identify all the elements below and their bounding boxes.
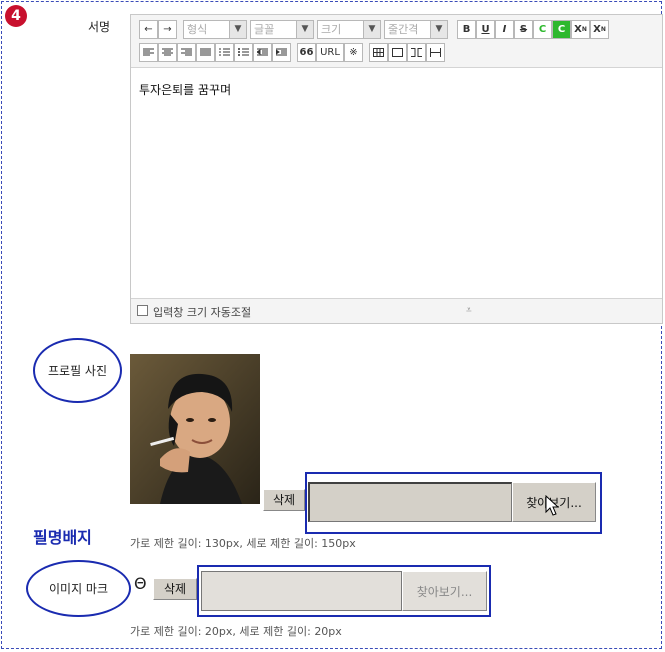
- name-badge-title: 필명배지: [33, 528, 92, 547]
- text-color-button[interactable]: C: [533, 19, 552, 39]
- align-right-button[interactable]: [177, 42, 196, 62]
- profile-photo-label: 프로필 사진: [33, 338, 122, 403]
- profile-photo-label-text: 프로필 사진: [47, 364, 107, 378]
- align-center-button[interactable]: [158, 42, 177, 62]
- format-select-value: 형식: [187, 23, 208, 36]
- outdent-icon: [257, 48, 268, 55]
- toolbar-row-1: ← → 형식 ▼ 글꼴 ▼ 크기 ▼ 줄간격 ▼ B U I S C C X N…: [139, 19, 609, 39]
- image-mark-label: 이미지 마크: [26, 560, 131, 617]
- underline-button[interactable]: U: [476, 19, 495, 39]
- row-icon: [430, 47, 441, 57]
- editor-toolbar: ← → 형식 ▼ 글꼴 ▼ 크기 ▼ 줄간격 ▼ B U I S C C X N…: [131, 15, 662, 68]
- toolbar-row-2: 66 URL ※: [139, 42, 445, 62]
- special-char-button[interactable]: ※: [344, 42, 363, 62]
- size-select-value: 크기: [321, 23, 342, 36]
- step-badge: 4: [5, 5, 27, 27]
- superscript-glyph: X: [574, 23, 582, 35]
- image-mark-label-text: 이미지 마크: [48, 582, 108, 596]
- resize-handle-icon[interactable]: ⩡: [466, 305, 472, 316]
- indent-icon: [276, 48, 287, 55]
- image-mark-browse-button[interactable]: 찾아보기...: [402, 571, 487, 611]
- column-icon: [411, 47, 422, 57]
- unordered-list-button[interactable]: [234, 42, 253, 62]
- ordered-list-button[interactable]: [215, 42, 234, 62]
- ordered-list-icon: [219, 48, 230, 55]
- signature-editor: ← → 형식 ▼ 글꼴 ▼ 크기 ▼ 줄간격 ▼ B U I S C C X N…: [130, 14, 663, 324]
- table-icon: [373, 47, 384, 57]
- profile-photo-image: [130, 354, 260, 504]
- url-button[interactable]: URL: [316, 42, 344, 62]
- signature-content[interactable]: 투자은퇴를 꿈꾸며: [139, 81, 231, 98]
- profile-photo-size-hint: 가로 제한 길이: 130px, 세로 제한 길이: 150px: [130, 537, 356, 550]
- person-portrait-icon: [130, 354, 260, 504]
- align-right-icon: [181, 48, 192, 55]
- size-select[interactable]: 크기 ▼: [317, 19, 381, 39]
- profile-photo-file-input[interactable]: [308, 482, 512, 522]
- chevron-down-icon: ▼: [430, 20, 447, 38]
- image-mark-size-hint: 가로 제한 길이: 20px, 세로 제한 길이: 20px: [130, 625, 342, 638]
- font-select[interactable]: 글꼴 ▼: [250, 19, 314, 39]
- row-button[interactable]: [426, 42, 445, 62]
- quote-button[interactable]: 66: [297, 42, 316, 62]
- box-button[interactable]: [388, 42, 407, 62]
- subscript-button[interactable]: XN: [590, 19, 609, 39]
- chevron-down-icon: ▼: [229, 20, 246, 38]
- image-mark-delete-button[interactable]: 삭제: [153, 578, 197, 600]
- profile-photo-delete-button[interactable]: 삭제: [263, 489, 305, 511]
- align-left-icon: [143, 48, 154, 55]
- italic-button[interactable]: I: [495, 19, 514, 39]
- chevron-down-icon: ▼: [363, 20, 380, 38]
- image-mark-file-input[interactable]: [201, 571, 402, 611]
- font-select-value: 글꼴: [254, 23, 275, 36]
- indent-button[interactable]: [272, 42, 291, 62]
- table-button[interactable]: [369, 42, 388, 62]
- align-center-icon: [162, 48, 173, 55]
- format-select[interactable]: 형식 ▼: [183, 19, 247, 39]
- auto-resize-checkbox[interactable]: [137, 305, 148, 316]
- redo-button[interactable]: →: [158, 19, 177, 39]
- mouse-cursor-icon: [545, 495, 559, 516]
- image-mark-preview: Θ: [134, 574, 147, 593]
- auto-resize-label: 입력창 크기 자동조절: [153, 306, 252, 319]
- column-button[interactable]: [407, 42, 426, 62]
- outdent-button[interactable]: [253, 42, 272, 62]
- subscript-glyph: X: [593, 23, 601, 35]
- bold-button[interactable]: B: [457, 19, 476, 39]
- superscript-button[interactable]: XN: [571, 19, 590, 39]
- editor-footer: 입력창 크기 자동조절 ⩡: [131, 298, 662, 323]
- chevron-down-icon: ▼: [296, 20, 313, 38]
- line-height-select[interactable]: 줄간격 ▼: [384, 19, 448, 39]
- strikethrough-button[interactable]: S: [514, 19, 533, 39]
- align-justify-button[interactable]: [196, 42, 215, 62]
- box-icon: [392, 47, 403, 57]
- unordered-list-icon: [238, 47, 249, 56]
- background-color-button[interactable]: C: [552, 19, 571, 39]
- line-height-select-value: 줄간격: [388, 23, 419, 36]
- signature-label: 서명: [88, 20, 111, 34]
- align-left-button[interactable]: [139, 42, 158, 62]
- undo-button[interactable]: ←: [139, 19, 158, 39]
- align-justify-icon: [200, 48, 211, 55]
